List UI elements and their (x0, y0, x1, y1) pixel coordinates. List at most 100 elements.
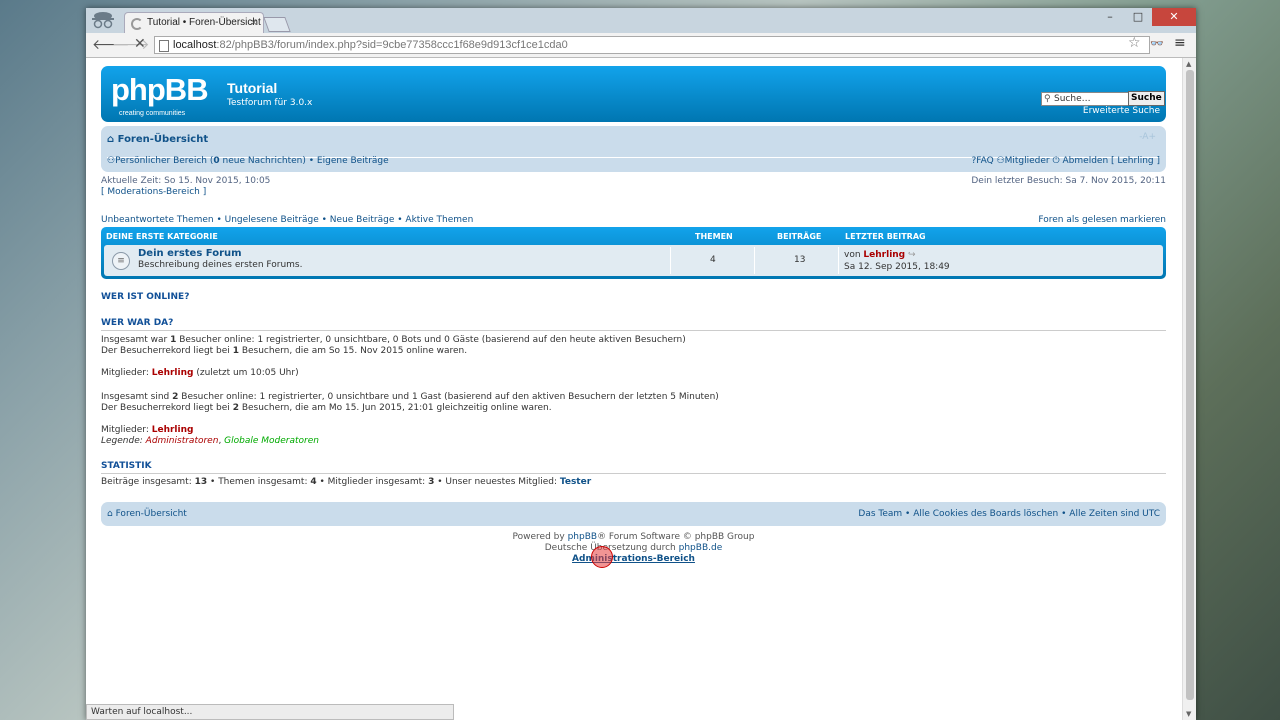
forum-title-link[interactable]: Dein erstes Forum (138, 248, 242, 259)
now-members: Mitglieder: Lehrling Legende: Administra… (101, 425, 319, 446)
mark-forums-read-link[interactable]: Foren als gelesen markieren (1038, 215, 1166, 225)
tab-bar: Tutorial • Foren-Übersicht × – □ ✕ (86, 8, 1196, 33)
site-description: Testforum für 3.0.x (227, 98, 313, 108)
last-visit: Dein letzter Besuch: Sa 7. Nov 2015, 20:… (971, 176, 1166, 186)
phpbb-de-link[interactable]: phpBB.de (679, 543, 723, 553)
now-record-2: Besuchern, die am Mo 15. Jun 2015, 21:01… (241, 403, 552, 413)
footer-home-link[interactable]: ⌂ Foren-Übersicht (107, 509, 187, 519)
category-header: DEINE ERSTE KATEGORIE THEMEN BEITRÄGE LE… (104, 231, 1163, 243)
phpbb-wrap: phpBB creating communities Tutorial Test… (101, 66, 1166, 565)
who-is-online-heading[interactable]: WER IST ONLINE? (101, 292, 1166, 302)
ucp-link[interactable]: Persönlicher Bereich (115, 156, 207, 166)
quicklinks: Unbeantwortete Themen • Ungelesene Beitr… (101, 215, 1166, 225)
forum-row: ≡ Dein erstes Forum Beschreibung deines … (104, 245, 1163, 276)
breadcrumb-home[interactable]: ⌂ Foren-Übersicht (107, 134, 208, 145)
forum-read-icon: ≡ (112, 252, 130, 270)
statistics-text: Beiträge insgesamt: 13 • Themen insgesam… (101, 477, 592, 487)
footer-home-label: Foren-Übersicht (115, 509, 187, 519)
advanced-search-link[interactable]: Erweiterte Suche (1083, 106, 1160, 116)
logout-user[interactable]: [ Lehrling ] (1111, 156, 1160, 166)
extension-glasses-icon[interactable]: 👓 (1150, 37, 1164, 50)
today-record-count: 1 (232, 346, 239, 356)
legend-admin-link[interactable]: Administratoren (146, 436, 219, 446)
new-messages-link[interactable]: neue Nachrichten (223, 156, 303, 166)
stats-topics-label: Themen insgesamt: (218, 477, 308, 487)
unread-link[interactable]: Ungelesene Beiträge (225, 215, 319, 225)
today-record-2: Besuchern, die am So 15. Nov 2015 online… (241, 346, 468, 356)
menu-icon[interactable]: ≡ (1174, 35, 1186, 51)
today-member-time: (zuletzt um 10:05 Uhr) (196, 368, 299, 378)
today-members: Mitglieder: Lehrling (zuletzt um 10:05 U… (101, 368, 1166, 379)
last-post-author: von Lehrling ↪ (844, 250, 916, 260)
logout-link[interactable]: Abmelden (1063, 156, 1109, 166)
breadcrumb-home-label: Foren-Übersicht (117, 134, 209, 145)
last-post-user-link[interactable]: Lehrling (863, 250, 905, 260)
team-link[interactable]: Das Team (858, 509, 902, 519)
browser-window: Tutorial • Foren-Übersicht × – □ ✕ 🡐 🡒 ✕… (86, 8, 1196, 720)
phpbb-link[interactable]: phpBB (568, 532, 597, 542)
logo-text: phpBB (111, 72, 209, 107)
scrollbar-thumb[interactable] (1186, 70, 1194, 700)
now-text-1: Insgesamt sind (101, 392, 170, 402)
maximize-button[interactable]: □ (1124, 8, 1152, 26)
today-record-1: Der Besucherrekord liegt bei (101, 346, 230, 356)
url-host: localhost (173, 39, 217, 51)
members-link[interactable]: Mitglieder (1005, 156, 1050, 166)
today-text-2: Besucher online: 1 registrierter, 0 unsi… (179, 335, 686, 345)
legend-mod-link[interactable]: Globale Moderatoren (224, 436, 319, 446)
now-member-link[interactable]: Lehrling (152, 425, 194, 435)
members-icon: ⚇ (996, 156, 1005, 166)
col-topics-header: THEMEN (695, 232, 733, 241)
new-tab-button[interactable] (263, 17, 291, 32)
tab-close-icon[interactable]: × (251, 13, 257, 33)
search-placeholder: Suche… (1054, 94, 1091, 104)
today-online-text: Insgesamt war 1 Besucher online: 1 regis… (101, 335, 1166, 357)
stats-members-label: Mitglieder insgesamt: (327, 477, 426, 487)
now-record-1: Der Besucherrekord liegt bei (101, 403, 230, 413)
stats-posts-label: Beiträge insgesamt: (101, 477, 192, 487)
address-bar[interactable]: localhost:82/phpBB3/forum/index.php?sid=… (154, 36, 1150, 54)
font-resize-control[interactable]: -A+ (1139, 132, 1156, 142)
today-member-link[interactable]: Lehrling (152, 368, 194, 378)
forum-category: DEINE ERSTE KATEGORIE THEMEN BEITRÄGE LE… (101, 227, 1166, 279)
active-topics-link[interactable]: Aktive Themen (405, 215, 473, 225)
new-posts-link[interactable]: Neue Beiträge (330, 215, 395, 225)
page-viewport: phpBB creating communities Tutorial Test… (86, 58, 1182, 720)
search-input[interactable]: ⚲ Suche… (1041, 92, 1137, 106)
forum-topics-count: 4 (710, 255, 716, 265)
search-button[interactable]: Suche (1128, 91, 1165, 106)
loading-spinner-icon (131, 18, 143, 30)
status-bubble: Warten auf localhost... (86, 704, 454, 720)
site-header: phpBB creating communities Tutorial Test… (101, 66, 1166, 122)
home-icon: ⌂ (107, 509, 116, 519)
delete-cookies-link[interactable]: Alle Cookies des Boards löschen (913, 509, 1058, 519)
today-members-label: Mitglieder: (101, 368, 149, 378)
bookmark-star-icon[interactable]: ☆ (1128, 35, 1141, 51)
unanswered-link[interactable]: Unbeantwortete Themen (101, 215, 214, 225)
incognito-icon (92, 12, 114, 29)
view-latest-post-icon[interactable]: ↪ (908, 250, 916, 260)
forum-posts-count: 13 (794, 255, 806, 265)
close-window-button[interactable]: ✕ (1152, 8, 1196, 26)
powered-by-text-2: ® Forum Software © phpBB Group (597, 532, 755, 542)
category-title[interactable]: DEINE ERSTE KATEGORIE (106, 232, 218, 241)
now-members-label: Mitglieder: (101, 425, 149, 435)
mouse-cursor-highlight (591, 546, 613, 568)
search-icon: ⚲ (1044, 94, 1051, 104)
faq-link[interactable]: FAQ (976, 156, 993, 166)
scroll-down-icon[interactable]: ▼ (1186, 710, 1191, 718)
tab-tutorial[interactable]: Tutorial • Foren-Übersicht × (124, 12, 264, 33)
newest-member-link[interactable]: Tester (560, 477, 591, 487)
time-info: Aktuelle Zeit: So 15. Nov 2015, 10:05 [ … (101, 176, 1166, 198)
minimize-button[interactable]: – (1096, 8, 1124, 26)
col-posts-header: BEITRÄGE (777, 232, 822, 241)
phpbb-logo[interactable]: phpBB creating communities (111, 72, 209, 117)
tab-title: Tutorial • Foren-Übersicht (147, 17, 261, 28)
scroll-up-icon[interactable]: ▲ (1186, 60, 1191, 68)
stop-loading-icon[interactable]: ✕ (134, 36, 146, 52)
cell-divider (838, 247, 839, 274)
nav-right-links: ?FAQ ⚇Mitglieder ⏻ Abmelden [ Lehrling ] (971, 156, 1160, 166)
own-posts-link[interactable]: Eigene Beiträge (317, 156, 389, 166)
mcp-link[interactable]: [ Moderations-Bereich ] (101, 187, 206, 197)
scrollbar[interactable]: ▲ ▼ (1182, 58, 1196, 720)
